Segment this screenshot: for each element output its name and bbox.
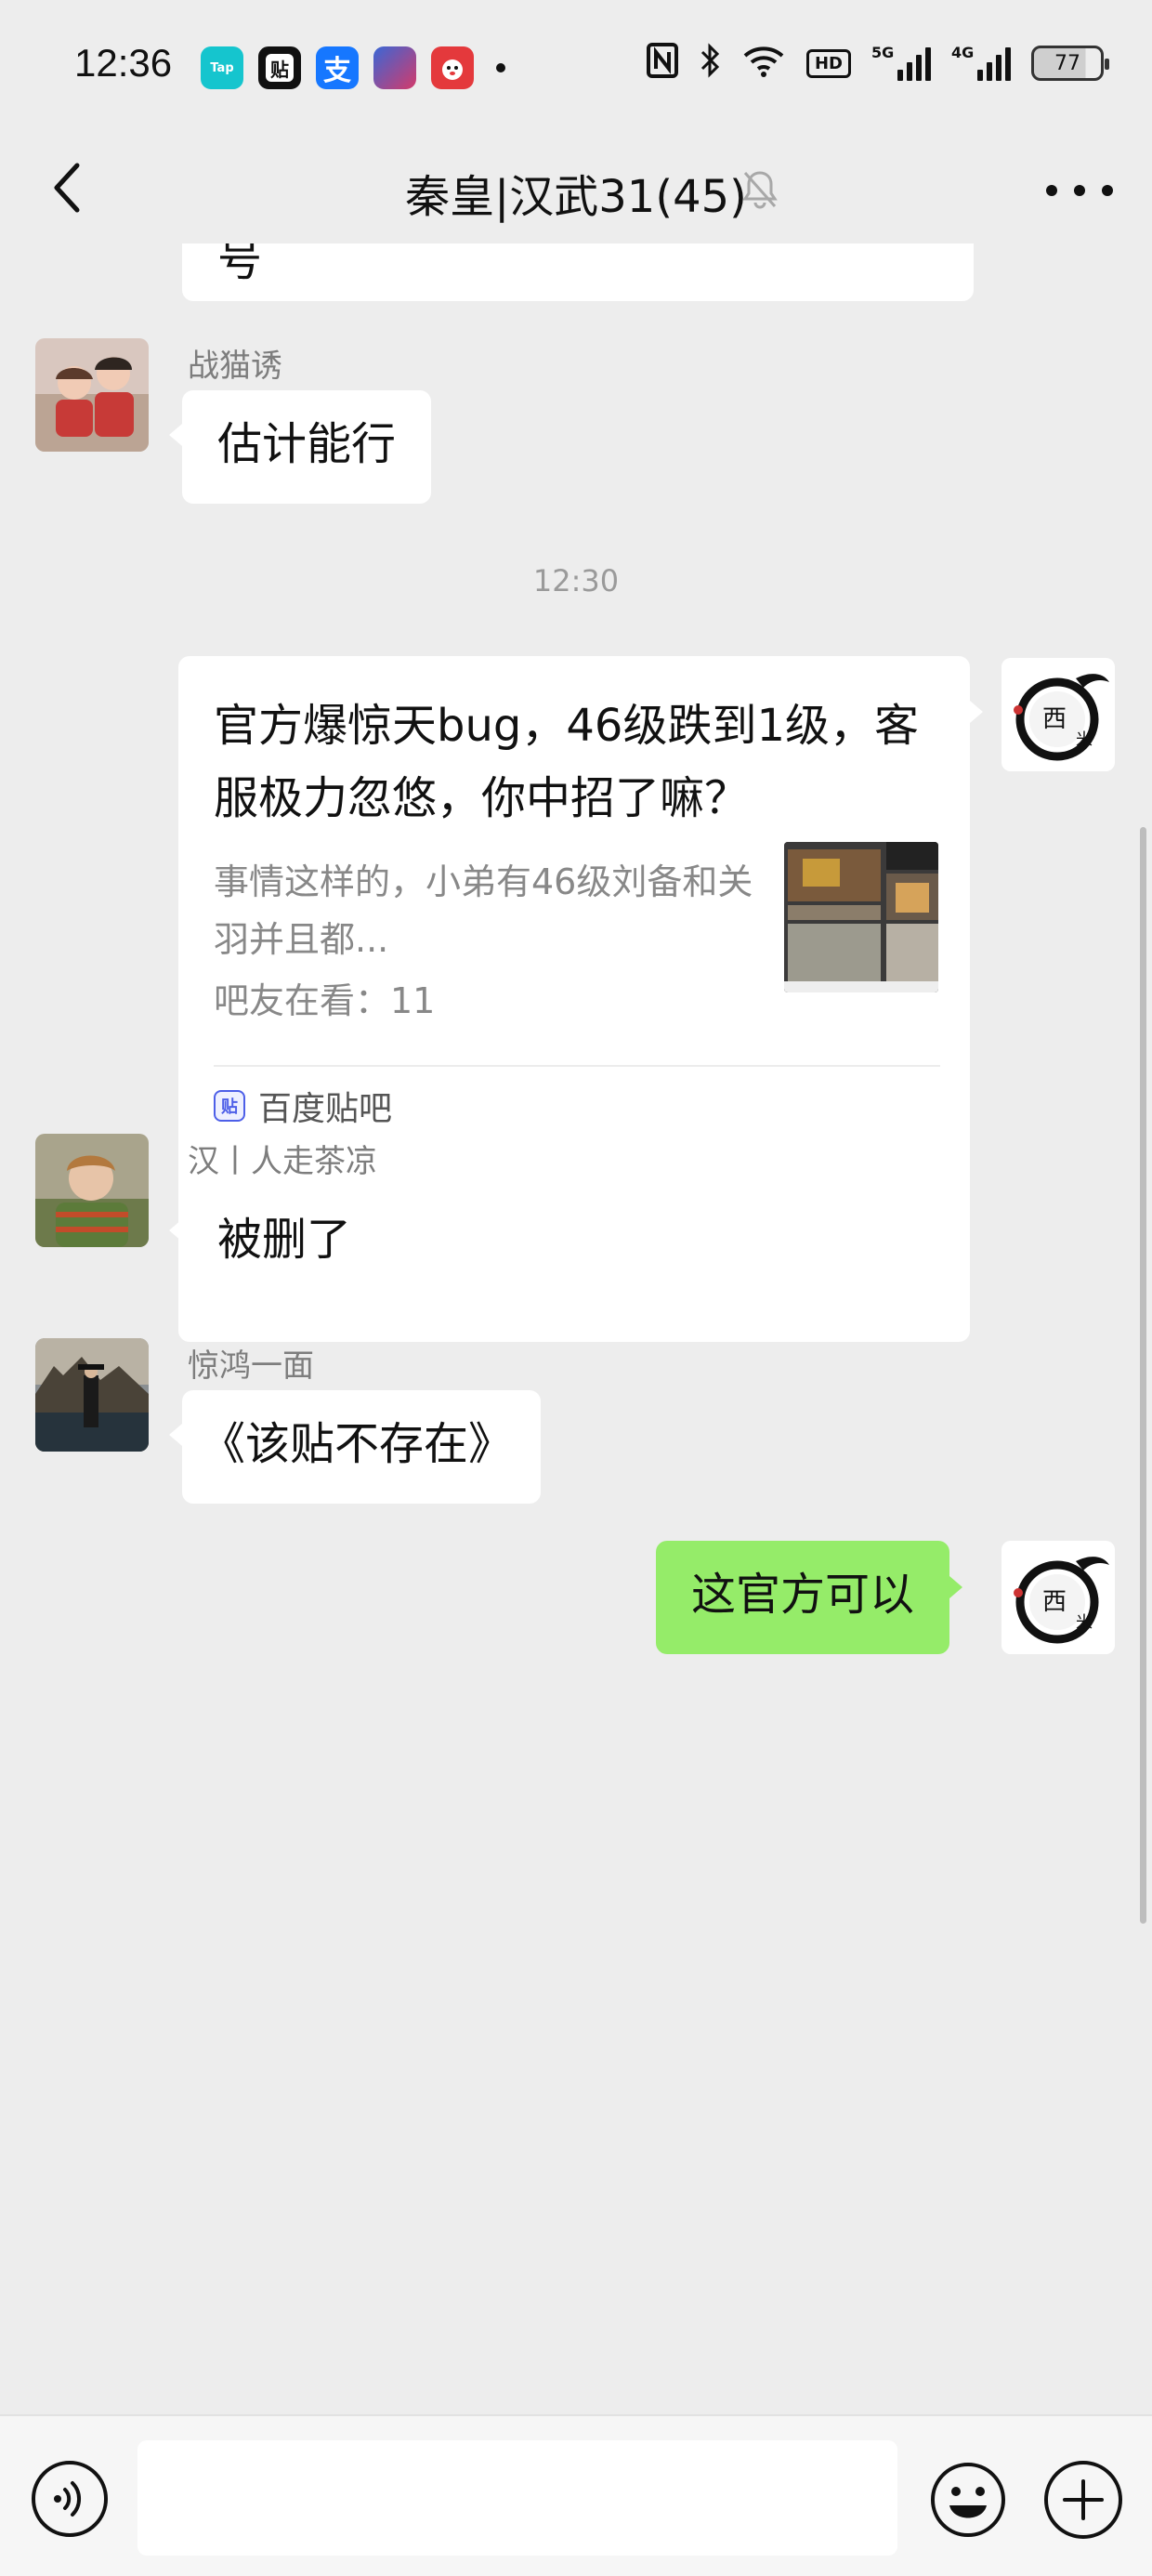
message-input[interactable] xyxy=(137,2440,897,2556)
avatar[interactable] xyxy=(35,338,149,452)
svg-text:西: 西 xyxy=(1042,705,1067,732)
tieba-icon: 贴 xyxy=(258,46,301,89)
battery-icon: 77 xyxy=(1031,46,1109,81)
game-icon xyxy=(373,46,416,89)
input-bar xyxy=(0,2414,1152,2576)
mute-bell-icon xyxy=(741,169,779,210)
more-functions-button[interactable] xyxy=(1044,2461,1122,2539)
self-avatar[interactable]: 西米 xyxy=(1001,1541,1115,1654)
card-divider xyxy=(214,1065,940,1067)
jd-icon xyxy=(431,46,474,89)
signal-4g-icon: 4G xyxy=(951,44,1011,81)
status-bar: 12:36 Tap 贴 支 HD 5G 4G 77 xyxy=(0,0,1152,139)
card-thumbnail xyxy=(784,842,938,992)
card-source: 贴 百度贴吧 xyxy=(214,1082,392,1130)
plus-icon xyxy=(1063,2479,1104,2520)
voice-icon xyxy=(54,2481,82,2517)
chat-message-list[interactable]: 号 战猫诱 估计能行 12:30 官方爆惊天bug，46级跌到1级，客服极力忽悠… xyxy=(0,243,1152,2414)
smiley-icon xyxy=(931,2463,1005,2537)
voice-input-button[interactable] xyxy=(32,2461,108,2537)
tieba-icon: 贴 xyxy=(214,1090,245,1122)
message-bubble[interactable]: 号 xyxy=(182,243,974,301)
avatar[interactable] xyxy=(35,1134,149,1247)
more-options-button[interactable] xyxy=(1046,167,1113,214)
card-source-label: 百度贴吧 xyxy=(258,1090,393,1128)
svg-text:米: 米 xyxy=(1076,1613,1093,1632)
sender-name: 惊鸿一面 xyxy=(188,1347,314,1385)
alipay-icon: 支 xyxy=(316,46,359,89)
self-avatar[interactable]: 西米 xyxy=(1001,658,1115,771)
wifi-icon xyxy=(741,43,786,84)
signal-5g-icon: 5G xyxy=(871,44,931,81)
emoji-button[interactable] xyxy=(929,2461,1007,2539)
svg-text:米: 米 xyxy=(1076,730,1093,749)
scrollbar[interactable] xyxy=(1140,827,1146,1924)
bluetooth-icon xyxy=(699,43,721,84)
taptap-icon: Tap xyxy=(201,46,243,89)
hd-voice-icon: HD xyxy=(805,48,851,78)
notification-app-icons: Tap 贴 支 xyxy=(201,46,505,89)
nfc-icon xyxy=(646,43,678,84)
message-bubble[interactable]: 被删了 xyxy=(168,1186,387,1299)
avatar[interactable] xyxy=(35,1338,149,1452)
message-bubble[interactable]: 《该贴不存在》 xyxy=(168,1390,542,1504)
more-notifications-dot xyxy=(496,63,505,72)
status-time: 12:36 xyxy=(74,41,173,85)
card-viewers: 吧友在看：11 xyxy=(214,980,436,1021)
message-bubble[interactable]: 估计能行 xyxy=(168,390,432,504)
chat-title: 秦皇|汉武31(45) xyxy=(405,171,747,223)
svg-text:西: 西 xyxy=(1042,1588,1067,1615)
chat-header: 秦皇|汉武31(45) xyxy=(0,139,1152,243)
card-description: 事情这样的，小弟有46级刘备和关羽并且都... xyxy=(214,861,753,960)
system-icons: HD 5G 4G 77 xyxy=(646,43,1109,84)
sender-name: 战猫诱 xyxy=(188,348,282,385)
card-title: 官方爆惊天bug，46级跌到1级，客服极力忽悠，你中招了嘛？ xyxy=(214,700,919,824)
message-timestamp: 12:30 xyxy=(532,563,620,598)
sender-name: 汉丨人走茶凉 xyxy=(188,1143,377,1180)
message-bubble-self[interactable]: 这官方可以 xyxy=(656,1541,963,1654)
